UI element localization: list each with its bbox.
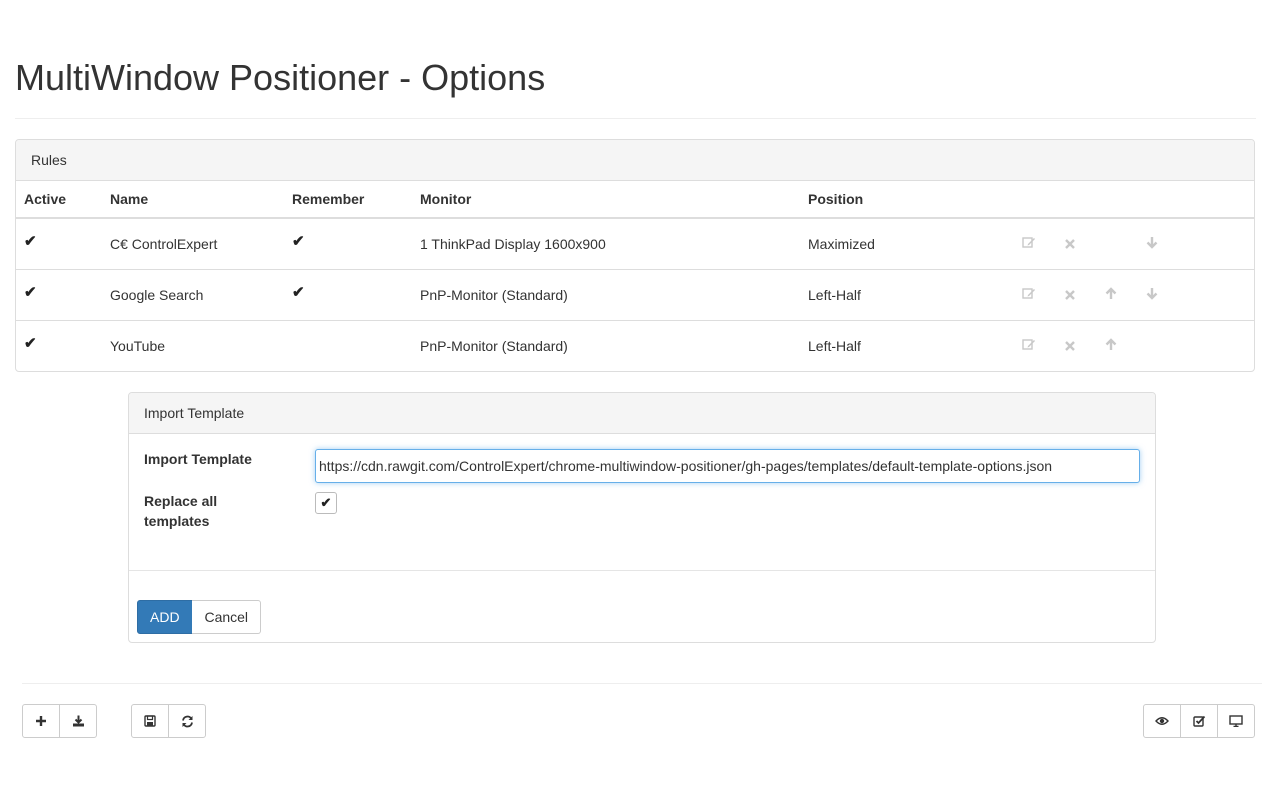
cancel-button[interactable]: Cancel (192, 600, 262, 634)
rules-heading: Rules (16, 140, 1254, 181)
column-header-remember: Remember (284, 181, 412, 219)
checkbox-icon[interactable] (1180, 704, 1218, 738)
table-row[interactable]: ✔ Google Search ✔ PnP-Monitor (Standard)… (16, 268, 1254, 320)
rule-name: Google Search (102, 268, 284, 320)
arrow-up-icon[interactable] (1090, 286, 1131, 303)
replace-all-checkbox[interactable]: ✔ (315, 492, 337, 514)
table-row[interactable]: ✔ C€ ControlExpert ✔ 1 ThinkPad Display … (16, 218, 1254, 269)
add-button[interactable]: ADD (137, 600, 193, 634)
rule-position: Left-Half (800, 268, 1000, 320)
rules-table: Active Name Remember Monitor Position ✔ … (16, 181, 1254, 371)
remember-check-icon: ✔ (292, 283, 305, 301)
column-header-actions (1000, 181, 1254, 219)
download-icon[interactable] (59, 704, 97, 738)
arrow-down-icon[interactable] (1131, 287, 1172, 303)
page-title: MultiWindow Positioner - Options (15, 57, 546, 98)
active-check-icon[interactable]: ✔ (24, 335, 37, 352)
refresh-icon[interactable] (168, 704, 206, 738)
view-group (1143, 704, 1255, 738)
eye-icon[interactable] (1143, 704, 1181, 738)
remember-check-icon: ✔ (292, 232, 305, 250)
column-header-name: Name (102, 181, 284, 219)
rule-position: Maximized (808, 235, 875, 252)
import-template-panel: Import Template Import Template Replace … (128, 392, 1156, 643)
row-actions (1000, 268, 1254, 320)
arrow-down-icon[interactable] (1131, 236, 1172, 252)
arrow-up-icon[interactable] (1090, 338, 1131, 354)
active-check-icon[interactable]: ✔ (24, 233, 37, 250)
rules-panel: Rules Active Name Remember Monitor Posit… (15, 139, 1255, 372)
rule-monitor: PnP-Monitor (Standard) (412, 319, 800, 371)
title-divider (15, 118, 1256, 119)
rule-position: Left-Half (800, 319, 1000, 371)
column-header-active: Active (16, 181, 102, 219)
row-actions (1000, 218, 1254, 269)
delete-icon[interactable] (1049, 288, 1090, 303)
active-check-icon[interactable]: ✔ (24, 284, 37, 301)
rule-name: C€ ControlExpert (110, 235, 218, 252)
import-buttons: ADD Cancel (137, 600, 262, 634)
plus-icon[interactable] (22, 704, 60, 738)
rule-name: YouTube (102, 319, 284, 371)
import-heading: Import Template (129, 393, 1155, 434)
rule-monitor: PnP-Monitor (Standard) (412, 268, 800, 320)
replace-all-label: Replace all templates (144, 493, 218, 529)
edit-icon[interactable] (1008, 236, 1049, 252)
save-icon[interactable] (131, 704, 169, 738)
rule-monitor: 1 ThinkPad Display 1600x900 (420, 235, 606, 252)
column-header-position: Position (800, 181, 1000, 219)
delete-icon[interactable] (1049, 339, 1090, 354)
import-url-input[interactable] (315, 449, 1140, 483)
import-form: Import Template Replace all templates ✔ (129, 434, 1155, 571)
add-download-group (22, 704, 97, 738)
import-url-label: Import Template (144, 451, 252, 467)
footer-divider (22, 683, 1262, 684)
monitor-icon[interactable] (1217, 704, 1255, 738)
edit-icon[interactable] (1008, 287, 1049, 303)
table-row[interactable]: ✔ YouTube PnP-Monitor (Standard) Left-Ha… (16, 319, 1254, 371)
column-header-monitor: Monitor (412, 181, 800, 219)
delete-icon[interactable] (1049, 237, 1090, 252)
save-refresh-group (131, 704, 206, 738)
edit-icon[interactable] (1008, 338, 1049, 354)
row-actions (1000, 319, 1254, 371)
